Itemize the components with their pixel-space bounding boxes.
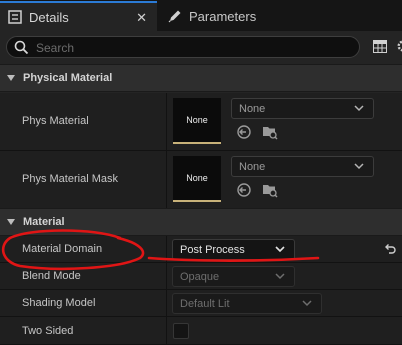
section-header-material[interactable]: Material [0,208,402,236]
tab-details[interactable]: Details ✕ [0,1,157,31]
property-row-phys-material-mask: Phys Material Mask None None [0,151,402,209]
property-row-shading-model: Shading Model Default Lit [0,290,402,317]
chevron-down-icon [354,162,364,170]
thumbnail-label: None [186,173,208,183]
gear-icon[interactable] [396,39,402,53]
dropdown-value: Opaque [180,271,220,283]
dropdown-value: Default Lit [180,298,230,310]
two-sided-checkbox[interactable] [173,323,189,339]
tab-bar: Details ✕ Parameters [0,0,402,31]
use-selected-asset-icon[interactable] [236,124,252,140]
section-title: Material [23,216,65,228]
column-divider [166,93,167,150]
use-selected-asset-icon[interactable] [236,182,252,198]
property-row-material-domain: Material Domain Post Process [0,236,402,263]
property-row-blend-mode: Blend Mode Opaque [0,263,402,290]
chevron-down-icon [302,299,312,307]
blend-mode-dropdown[interactable]: Opaque [172,266,295,287]
section-title: Physical Material [23,72,113,84]
grid-view-icon[interactable] [373,40,387,53]
column-divider [166,290,167,316]
asset-thumbnail[interactable]: None [173,98,221,144]
dropdown-value: None [239,103,266,115]
search-placeholder: Search [36,41,75,55]
property-row-two-sided: Two Sided [0,317,402,345]
tab-parameters[interactable]: Parameters [160,1,310,31]
property-row-phys-material: Phys Material None None [0,93,402,151]
reset-to-default-icon[interactable] [381,242,397,258]
property-label: Two Sided [22,325,74,337]
column-divider [166,263,167,289]
search-icon [14,40,29,55]
details-icon [7,9,23,25]
tab-details-label: Details [29,9,69,25]
tab-parameters-label: Parameters [189,8,257,24]
chevron-down-icon [354,104,364,112]
column-divider [166,236,167,262]
chevron-down-icon [275,272,285,280]
material-domain-dropdown[interactable]: Post Process [172,239,295,260]
column-divider [166,317,167,344]
browse-folder-icon[interactable] [262,182,278,198]
column-divider [166,151,167,208]
search-row: Search [0,32,402,62]
close-icon[interactable]: ✕ [136,10,147,26]
pencil-icon [167,8,183,24]
asset-thumbnail[interactable]: None [173,156,221,202]
property-label: Material Domain [22,243,103,255]
dropdown-value: Post Process [180,244,245,256]
property-label: Phys Material Mask [22,173,118,185]
property-label: Blend Mode [22,270,81,282]
browse-folder-icon[interactable] [262,124,278,140]
chevron-down-icon [275,245,285,253]
dropdown-value: None [239,161,266,173]
collapse-arrow-icon [7,219,15,225]
asset-picker-dropdown[interactable]: None [231,156,374,177]
property-label: Shading Model [22,297,96,309]
thumbnail-label: None [186,115,208,125]
search-input[interactable]: Search [6,36,360,58]
section-header-physical-material[interactable]: Physical Material [0,64,402,92]
shading-model-dropdown[interactable]: Default Lit [172,293,322,314]
property-label: Phys Material [22,115,89,127]
collapse-arrow-icon [7,75,15,81]
asset-picker-dropdown[interactable]: None [231,98,374,119]
